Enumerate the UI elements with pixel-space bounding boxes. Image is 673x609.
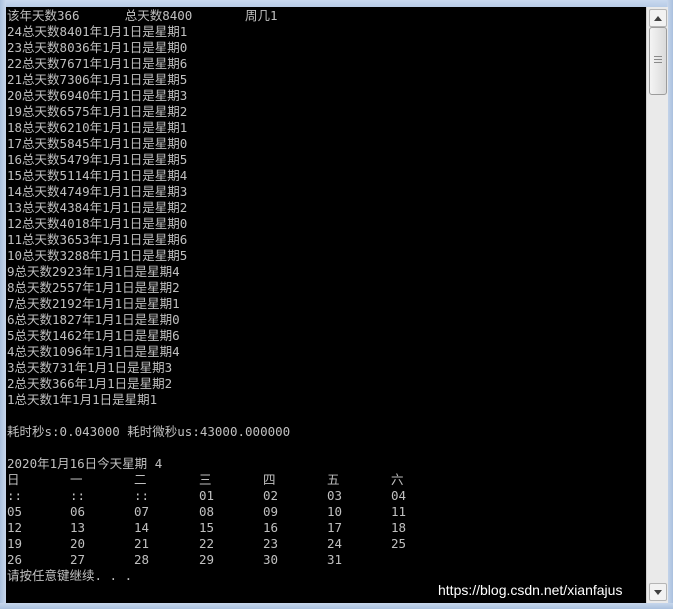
year-line: 6总天数1827年1月1日是星期0	[7, 312, 180, 327]
console-output[interactable]: 该年天数366 总天数8400 周几1 24总天数8401年1月1日是星期1 23…	[6, 7, 646, 603]
grip-line	[654, 56, 662, 57]
scroll-down-button[interactable]	[649, 583, 667, 601]
calendar-day-cell: 15	[199, 520, 215, 535]
calendar-day-cell: 06	[70, 504, 86, 519]
calendar-day-cell: 25	[391, 536, 407, 551]
prompt-line: 请按任意键继续. . .	[7, 568, 133, 583]
calendar-day-cell: 14	[134, 520, 150, 535]
year-line: 16总天数5479年1月1日是星期5	[7, 152, 188, 167]
watermark: https://blog.csdn.net/xianfajus	[438, 582, 623, 598]
header-line: 该年天数366 总天数8400 周几1	[7, 8, 278, 23]
calendar-day-cell: 12	[7, 520, 23, 535]
year-line: 1总天数1年1月1日是星期1	[7, 392, 158, 407]
calendar-weekday-header: 二	[134, 472, 147, 487]
calendar-day-cell: 30	[263, 552, 279, 567]
calendar-day-cell: ::	[134, 488, 150, 503]
calendar-weekday-header: 四	[263, 472, 276, 487]
calendar-day-cell: 05	[7, 504, 23, 519]
year-line: 12总天数4018年1月1日是星期0	[7, 216, 188, 231]
triangle-down-icon	[654, 589, 662, 595]
window-frame-top	[0, 0, 673, 7]
year-line: 21总天数7306年1月1日是星期5	[7, 72, 188, 87]
window-frame-bottom	[0, 603, 673, 609]
calendar-weekday-header: 一	[70, 472, 83, 487]
calendar-weekday-header: 六	[391, 472, 404, 487]
year-line: 4总天数1096年1月1日是星期4	[7, 344, 180, 359]
year-line: 13总天数4384年1月1日是星期2	[7, 200, 188, 215]
calendar-weekday-header: 日	[7, 472, 20, 487]
calendar-day-cell: 01	[199, 488, 215, 503]
calendar-day-cell: 24	[327, 536, 343, 551]
grip-line	[654, 62, 662, 63]
calendar-day-cell: ::	[7, 488, 23, 503]
grip-line	[654, 59, 662, 60]
year-line: 3总天数731年1月1日是星期3	[7, 360, 173, 375]
calendar-weekday-header: 五	[327, 472, 340, 487]
year-line: 15总天数5114年1月1日是星期4	[7, 168, 188, 183]
calendar-day-cell: 08	[199, 504, 215, 519]
calendar-day-cell: 03	[327, 488, 343, 503]
calendar-day-cell: 22	[199, 536, 215, 551]
year-line: 24总天数8401年1月1日是星期1	[7, 24, 188, 39]
calendar-day-cell: 09	[263, 504, 279, 519]
calendar-day-cell: 26	[7, 552, 23, 567]
calendar-day-cell: 10	[327, 504, 343, 519]
calendar-weekday-header: 三	[199, 472, 212, 487]
calendar-day-cell: 13	[70, 520, 86, 535]
calendar-day-cell: 11	[391, 504, 407, 519]
calendar-day-cell: 23	[263, 536, 279, 551]
calendar-day-cell: 21	[134, 536, 150, 551]
year-line: 11总天数3653年1月1日是星期6	[7, 232, 188, 247]
date-line: 2020年1月16日今天星期 4	[7, 456, 163, 471]
year-line: 14总天数4749年1月1日是星期3	[7, 184, 188, 199]
year-line: 18总天数6210年1月1日是星期1	[7, 120, 188, 135]
calendar-day-cell: 04	[391, 488, 407, 503]
triangle-up-icon	[654, 15, 662, 21]
calendar-day-cell: 31	[327, 552, 343, 567]
timing-line: 耗时秒s:0.043000 耗时微秒us:43000.000000	[7, 424, 291, 439]
scroll-up-button[interactable]	[649, 9, 667, 27]
year-line: 10总天数3288年1月1日是星期5	[7, 248, 188, 263]
year-line: 7总天数2192年1月1日是星期1	[7, 296, 180, 311]
vertical-scrollbar[interactable]	[646, 7, 668, 603]
year-line: 23总天数8036年1月1日是星期0	[7, 40, 188, 55]
year-line: 22总天数7671年1月1日是星期6	[7, 56, 188, 71]
calendar-day-cell: ::	[70, 488, 86, 503]
calendar-day-cell: 02	[263, 488, 279, 503]
calendar-day-cell: 17	[327, 520, 343, 535]
calendar-day-cell: 27	[70, 552, 86, 567]
calendar-day-cell: 29	[199, 552, 215, 567]
scrollbar-thumb[interactable]	[649, 27, 667, 95]
year-line: 9总天数2923年1月1日是星期4	[7, 264, 180, 279]
year-line: 2总天数366年1月1日是星期2	[7, 376, 173, 391]
calendar-day-cell: 16	[263, 520, 279, 535]
calendar-day-cell: 07	[134, 504, 150, 519]
year-line: 19总天数6575年1月1日是星期2	[7, 104, 188, 119]
calendar-day-cell: 28	[134, 552, 150, 567]
year-line: 17总天数5845年1月1日是星期0	[7, 136, 188, 151]
calendar-day-cell: 18	[391, 520, 407, 535]
calendar-day-cell: 20	[70, 536, 86, 551]
year-line: 5总天数1462年1月1日是星期6	[7, 328, 180, 343]
year-line: 20总天数6940年1月1日是星期3	[7, 88, 188, 103]
year-line: 8总天数2557年1月1日是星期2	[7, 280, 180, 295]
calendar-day-cell: 19	[7, 536, 23, 551]
